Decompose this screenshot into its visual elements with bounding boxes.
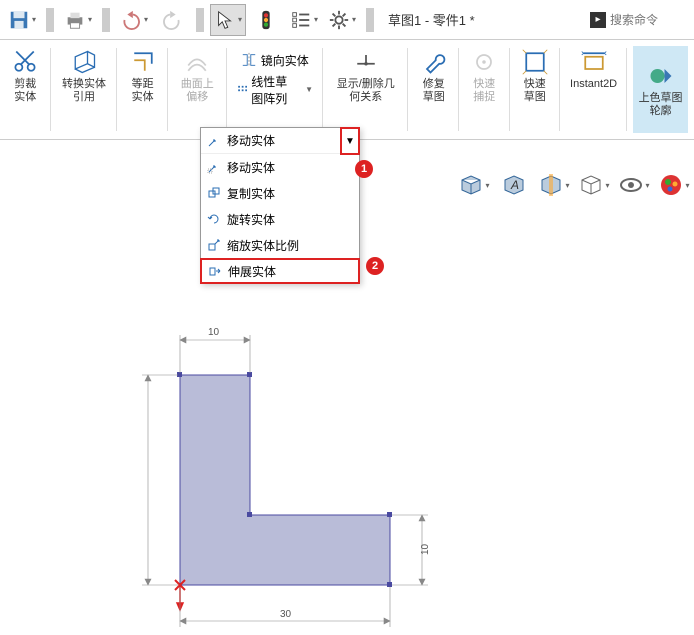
- view-section-button[interactable]: [538, 170, 570, 200]
- menu-item-rotate[interactable]: 旋转实体: [201, 206, 359, 232]
- menu-header[interactable]: 移动实体 ▼: [201, 128, 359, 154]
- svg-text:A: A: [510, 178, 519, 192]
- dim-top: 10: [208, 327, 220, 338]
- view-toolbar: A: [458, 170, 690, 200]
- dim-right: 10: [420, 543, 431, 555]
- hide-show-button[interactable]: [618, 170, 650, 200]
- list-button[interactable]: [286, 4, 322, 36]
- undo-button[interactable]: [116, 4, 152, 36]
- instant2d-button[interactable]: Instant2D: [566, 46, 621, 93]
- menu-caret[interactable]: ▼: [340, 127, 360, 155]
- display-relations-button[interactable]: 显示/删除几何关系: [329, 46, 402, 106]
- surface-offset-button: 曲面上偏移: [174, 46, 221, 106]
- menu-item-move[interactable]: 移动实体: [201, 154, 359, 180]
- callout-1: 1: [355, 160, 373, 178]
- dim-bottom: 30: [280, 609, 292, 620]
- traffic-light-icon[interactable]: [248, 4, 284, 36]
- chevron-down-icon: ▼: [305, 85, 313, 94]
- separator: [366, 8, 374, 32]
- menu-item-stretch[interactable]: 伸展实体: [200, 258, 360, 284]
- print-button[interactable]: [60, 4, 96, 36]
- search-icon: ▸: [590, 12, 606, 28]
- save-button[interactable]: [4, 4, 40, 36]
- display-style-button[interactable]: [578, 170, 610, 200]
- offset-entities-button[interactable]: 等距实体: [123, 46, 162, 106]
- view-orientation-button[interactable]: [458, 170, 490, 200]
- redo-button[interactable]: [154, 4, 190, 36]
- linear-pattern-button[interactable]: 线性草图阵列 ▼: [233, 75, 317, 105]
- mirror-entities-button[interactable]: 镜向实体: [237, 46, 313, 75]
- menu-item-copy[interactable]: 复制实体: [201, 180, 359, 206]
- move-entities-dropdown: 移动实体 ▼ 移动实体 复制实体 旋转实体 缩放实体比例 伸展实体: [200, 127, 360, 284]
- quick-sketch-button[interactable]: 快速草图: [516, 46, 555, 106]
- ribbon: 剪裁实体 转换实体引用 等距实体 曲面上偏移 镜向实体 线性草图阵列 ▼: [0, 40, 694, 140]
- repair-sketch-button[interactable]: 修复草图: [414, 46, 453, 106]
- settings-button[interactable]: [324, 4, 360, 36]
- search-input[interactable]: [610, 13, 690, 27]
- appearance-button[interactable]: [658, 170, 690, 200]
- select-tool-button[interactable]: [210, 4, 246, 36]
- shade-sketch-button[interactable]: 上色草图轮廓: [633, 46, 688, 133]
- separator: [102, 8, 110, 32]
- trim-entities-button[interactable]: 剪裁实体: [6, 46, 45, 106]
- view-font-button[interactable]: A: [498, 170, 530, 200]
- separator: [196, 8, 204, 32]
- menu-item-scale[interactable]: 缩放实体比例: [201, 232, 359, 258]
- convert-entities-button[interactable]: 转换实体引用: [57, 46, 112, 106]
- sketch-drawing: 10 30 30 10: [140, 255, 490, 635]
- quick-snap-button: 快速捕捉: [465, 46, 504, 106]
- document-title: 草图1 - 零件1 *: [388, 10, 475, 29]
- separator: [46, 8, 54, 32]
- search-box[interactable]: ▸: [590, 12, 690, 28]
- quick-access-toolbar: 草图1 - 零件1 * ▸: [0, 0, 694, 40]
- callout-2: 2: [366, 257, 384, 275]
